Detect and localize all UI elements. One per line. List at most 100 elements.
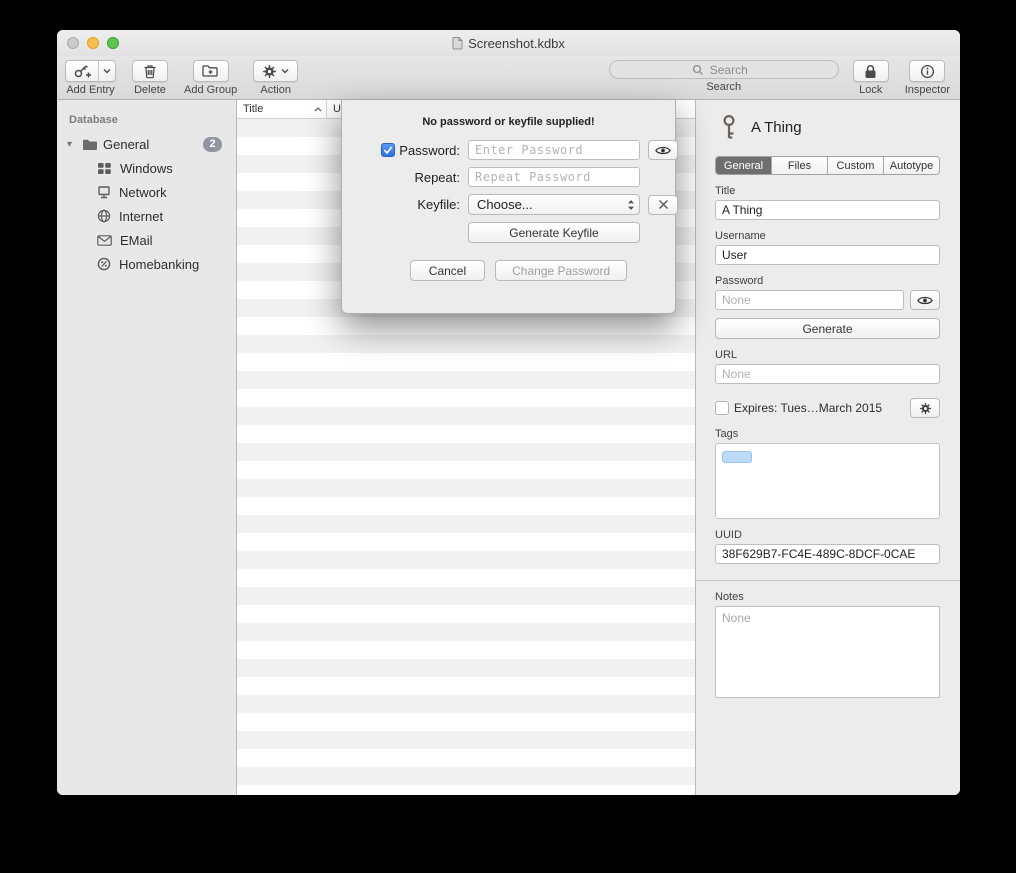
keyfile-label: Keyfile: xyxy=(417,197,460,212)
tab-files[interactable]: Files xyxy=(772,157,828,174)
action-label: Action xyxy=(260,84,291,96)
keyfile-value: Choose... xyxy=(477,197,533,212)
folder-icon xyxy=(82,138,98,151)
inspector-label: Inspector xyxy=(905,84,950,96)
password-checkbox[interactable] xyxy=(381,143,395,157)
sidebar-item-network[interactable]: Network xyxy=(57,180,236,204)
chevron-down-icon xyxy=(281,68,289,74)
delete-button[interactable] xyxy=(132,60,168,82)
password-field-label: Password xyxy=(715,275,940,287)
password-input[interactable] xyxy=(468,140,640,160)
tag-chip[interactable] xyxy=(722,451,752,463)
title-field-label: Title xyxy=(715,185,940,197)
sidebar-item-general[interactable]: ▾ General 2 xyxy=(57,132,236,156)
clear-keyfile-button[interactable] xyxy=(648,195,678,215)
notes-field[interactable] xyxy=(715,606,940,698)
inspector-button[interactable] xyxy=(909,60,945,82)
notes-label: Notes xyxy=(715,591,940,603)
sidebar-item-label: Homebanking xyxy=(119,257,199,272)
username-field[interactable] xyxy=(715,245,940,265)
info-icon xyxy=(920,64,935,79)
url-field-label: URL xyxy=(715,349,940,361)
window-title: Screenshot.kdbx xyxy=(468,36,565,51)
lock-icon xyxy=(864,64,877,79)
add-group-button[interactable] xyxy=(193,60,229,82)
generate-password-button[interactable]: Generate xyxy=(715,318,940,339)
show-password-button[interactable] xyxy=(910,290,940,310)
disclosure-triangle-icon[interactable]: ▾ xyxy=(67,139,77,150)
document-icon xyxy=(452,37,463,50)
repeat-password-input[interactable] xyxy=(468,167,640,187)
eye-icon xyxy=(655,145,671,156)
show-password-button[interactable] xyxy=(648,140,678,160)
search-icon xyxy=(692,64,704,76)
search-input[interactable] xyxy=(610,62,838,79)
search-caption: Search xyxy=(706,81,741,93)
close-button[interactable] xyxy=(67,37,79,49)
internet-globe-icon xyxy=(97,209,111,223)
generate-keyfile-button[interactable]: Generate Keyfile xyxy=(468,222,640,243)
sidebar-item-label: Windows xyxy=(120,161,173,176)
tab-general[interactable]: General xyxy=(716,157,772,174)
titlebar: Screenshot.kdbx xyxy=(57,30,960,56)
sidebar-section-header: Database xyxy=(57,110,236,132)
expires-settings-button[interactable] xyxy=(910,398,940,418)
username-field-label: Username xyxy=(715,230,940,242)
entry-title: A Thing xyxy=(751,119,802,136)
windows-icon xyxy=(97,162,112,175)
sort-ascending-icon xyxy=(314,107,322,112)
add-entry-button[interactable] xyxy=(65,60,116,82)
inspector-panel: A Thing General Files Custom Autotype Ti… xyxy=(695,100,960,795)
close-x-icon xyxy=(658,199,669,210)
email-envelope-icon xyxy=(97,235,112,246)
sidebar-item-homebanking[interactable]: Homebanking xyxy=(57,252,236,276)
homebanking-coin-icon xyxy=(97,257,111,271)
action-button[interactable] xyxy=(253,60,298,82)
check-icon xyxy=(383,146,393,155)
sidebar: Database ▾ General 2 Windows Network xyxy=(57,100,237,795)
app-window: Screenshot.kdbx Add Entry Delete xyxy=(57,30,960,795)
column-label: Title xyxy=(243,103,263,115)
dialog-message: No password or keyfile supplied! xyxy=(362,116,655,128)
delete-label: Delete xyxy=(134,84,166,96)
network-icon xyxy=(97,186,111,199)
change-password-button[interactable]: Change Password xyxy=(495,260,627,281)
stepper-icon xyxy=(627,199,635,211)
keyfile-dropdown[interactable]: Choose... xyxy=(468,194,640,215)
title-field[interactable] xyxy=(715,200,940,220)
lock-label: Lock xyxy=(859,84,882,96)
lock-button[interactable] xyxy=(853,60,889,82)
sidebar-item-label: EMail xyxy=(120,233,153,248)
gear-icon xyxy=(919,402,932,415)
minimize-button[interactable] xyxy=(87,37,99,49)
sidebar-item-email[interactable]: EMail xyxy=(57,228,236,252)
inspector-tabs: General Files Custom Autotype xyxy=(715,156,940,175)
gear-icon xyxy=(262,64,277,79)
folder-plus-icon xyxy=(202,64,219,78)
uuid-field[interactable] xyxy=(715,544,940,564)
tab-autotype[interactable]: Autotype xyxy=(884,157,939,174)
password-label: Password: xyxy=(399,143,460,158)
zoom-button[interactable] xyxy=(107,37,119,49)
trash-icon xyxy=(143,64,157,79)
add-group-label: Add Group xyxy=(184,84,237,96)
uuid-label: UUID xyxy=(715,529,940,541)
sidebar-item-windows[interactable]: Windows xyxy=(57,156,236,180)
tags-field[interactable] xyxy=(715,443,940,519)
tab-custom[interactable]: Custom xyxy=(828,157,884,174)
expires-checkbox[interactable] xyxy=(715,401,729,415)
chevron-down-icon xyxy=(98,61,115,81)
sidebar-item-label: Network xyxy=(119,185,167,200)
password-dialog: No password or keyfile supplied! Passwor… xyxy=(341,100,676,314)
url-field[interactable] xyxy=(715,364,940,384)
sidebar-item-internet[interactable]: Internet xyxy=(57,204,236,228)
sidebar-item-label: General xyxy=(103,137,149,152)
tags-label: Tags xyxy=(715,428,940,440)
cancel-button[interactable]: Cancel xyxy=(410,260,485,281)
password-field[interactable] xyxy=(715,290,904,310)
add-entry-label: Add Entry xyxy=(66,84,114,96)
entry-count-badge: 2 xyxy=(203,137,222,152)
key-icon xyxy=(719,114,739,140)
key-plus-icon xyxy=(66,61,98,81)
column-header-title[interactable]: Title xyxy=(237,100,327,118)
